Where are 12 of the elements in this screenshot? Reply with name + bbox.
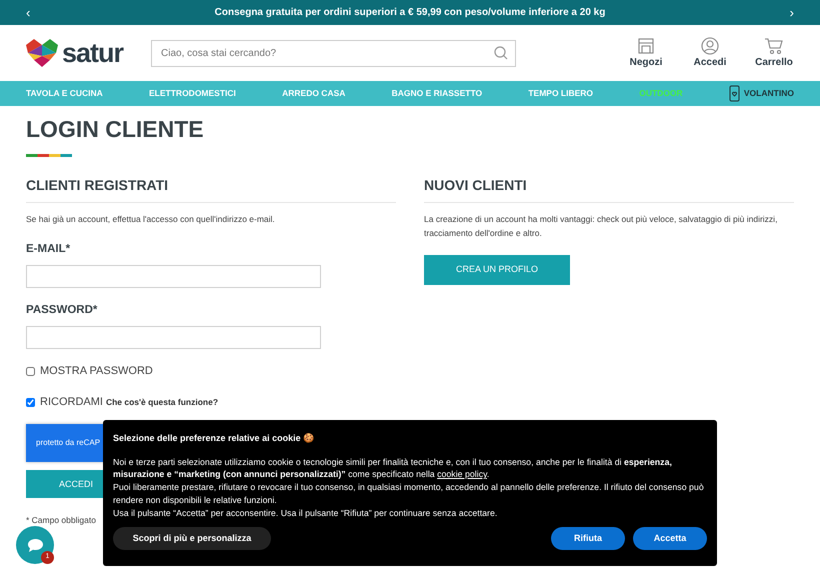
promo-text: Consegna gratuita per ordini superiori a € 59,99 con peso/volume inferiore a 20 kg	[214, 6, 606, 20]
logo-text: satur	[62, 40, 124, 66]
required-note: * Campo obbligato	[26, 514, 96, 528]
field-label: E-MAIL*	[26, 242, 72, 257]
field-label: PASSWORD*	[26, 303, 98, 318]
intro-text: Se hai già un account, effettua l'accesso con quell'indirizzo e-mail.	[26, 213, 276, 226]
info-text: La creazione di un account ha molti vantaggi: check out più veloce, salvataggio di più indirizzi, tracciamento dell'ordine e altro.	[424, 213, 778, 240]
section-heading: CLIENTI REGISTRATI	[26, 176, 396, 204]
consent-text: Usa il pulsante “Accetta” per acconsentire. Usa il pulsante “Rifiuta” per continuare senza accettare.	[113, 506, 498, 520]
page-title: LOGIN CLIENTE	[26, 116, 205, 144]
banner-title: Selezione delle preferenze relative ai cookie 🍪	[113, 432, 316, 445]
section-heading: NUOVI CLIENTI	[424, 176, 794, 204]
